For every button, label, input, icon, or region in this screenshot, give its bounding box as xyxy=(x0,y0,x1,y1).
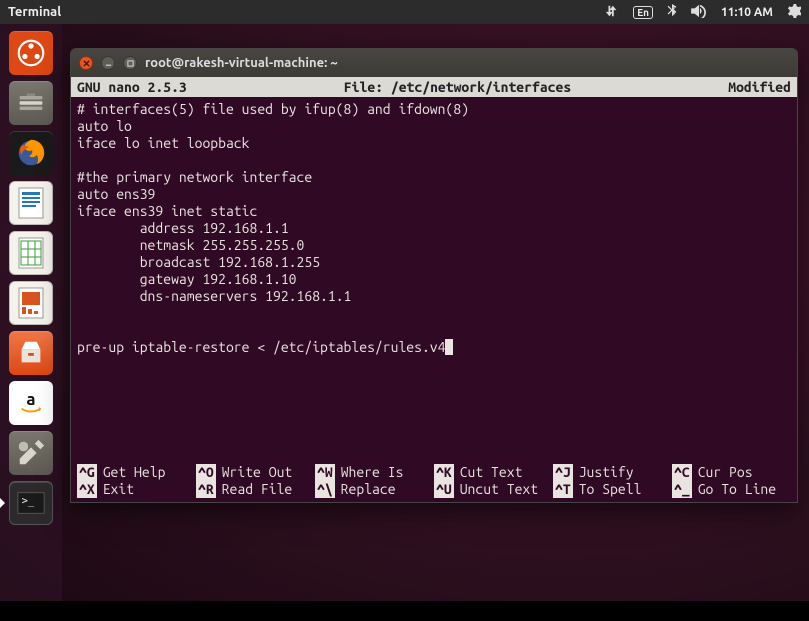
close-button[interactable] xyxy=(79,56,93,70)
minimize-button[interactable] xyxy=(101,56,115,70)
window-title: root@rakesh-virtual-machine: ~ xyxy=(145,56,338,70)
bluetooth-icon[interactable] xyxy=(667,4,677,21)
shortcut-write out: ^OWrite Out xyxy=(196,464,315,481)
window-title-bar[interactable]: root@rakesh-virtual-machine: ~ xyxy=(71,49,797,77)
nano-shortcuts: ^GGet Help^OWrite Out^WWhere Is^KCut Tex… xyxy=(71,464,797,502)
shortcut-cut text: ^KCut Text xyxy=(434,464,553,481)
language-indicator[interactable]: En xyxy=(633,6,653,19)
editor-area[interactable]: # interfaces(5) file used by ifup(8) and… xyxy=(71,97,797,455)
nano-status-bar: GNU nano 2.5.3 File: /etc/network/interf… xyxy=(71,77,797,97)
shortcut-go to line: ^_Go To Line xyxy=(672,481,791,498)
shortcut-where is: ^WWhere Is xyxy=(315,464,434,481)
shortcut-get help: ^GGet Help xyxy=(77,464,196,481)
shortcut-replace: ^\Replace xyxy=(315,481,434,498)
nano-modified: Modified xyxy=(728,79,791,95)
impress-icon[interactable] xyxy=(6,280,56,326)
clock[interactable]: 11:10 AM xyxy=(721,6,773,19)
bottom-black-bar xyxy=(0,601,809,621)
shortcut-to spell: ^TTo Spell xyxy=(553,481,672,498)
nano-version: GNU nano 2.5.3 xyxy=(77,79,187,95)
network-icon[interactable] xyxy=(605,4,619,21)
volume-icon[interactable] xyxy=(691,4,707,21)
firefox-icon[interactable] xyxy=(6,130,56,176)
launcher: a >_ xyxy=(0,24,62,621)
software-icon[interactable] xyxy=(6,330,56,376)
shortcut-justify: ^JJustify xyxy=(553,464,672,481)
shortcut-exit: ^XExit xyxy=(77,481,196,498)
svg-text:a: a xyxy=(26,390,35,409)
amazon-icon[interactable]: a xyxy=(6,380,56,426)
files-icon[interactable] xyxy=(6,80,56,126)
gear-icon[interactable] xyxy=(787,4,801,21)
top-panel: Terminal En 11:10 AM xyxy=(0,0,809,24)
terminal-icon[interactable]: >_ xyxy=(6,480,56,526)
app-indicator: Terminal xyxy=(8,5,61,19)
nano-filename: File: /etc/network/interfaces xyxy=(344,79,571,95)
shortcut-uncut text: ^UUncut Text xyxy=(434,481,553,498)
settings-icon[interactable] xyxy=(6,430,56,476)
writer-icon[interactable] xyxy=(6,180,56,226)
shortcut-cur pos: ^CCur Pos xyxy=(672,464,791,481)
shortcut-read file: ^RRead File xyxy=(196,481,315,498)
dash-icon[interactable] xyxy=(6,30,56,76)
svg-text:>_: >_ xyxy=(22,495,35,507)
maximize-button[interactable] xyxy=(123,56,137,70)
calc-icon[interactable] xyxy=(6,230,56,276)
terminal-window: root@rakesh-virtual-machine: ~ GNU nano … xyxy=(70,48,798,503)
